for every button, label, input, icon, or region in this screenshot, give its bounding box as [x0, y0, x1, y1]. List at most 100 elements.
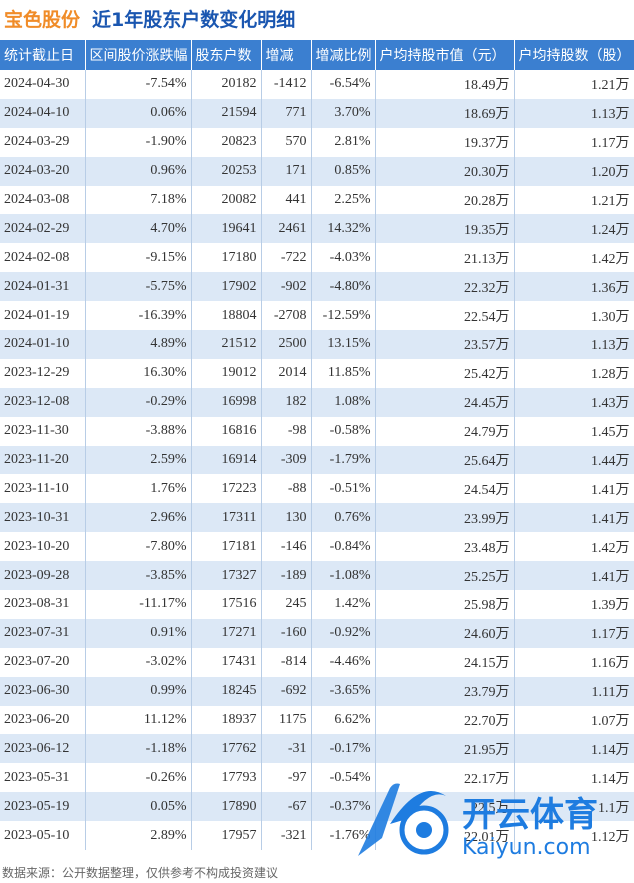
- table-cell: 2024-02-29: [0, 214, 86, 244]
- table-cell: 4.89%: [85, 330, 192, 359]
- table-cell: 2023-05-31: [0, 763, 86, 793]
- table-cell: 2023-05-10: [0, 821, 86, 851]
- table-cell: 2023-06-12: [0, 734, 86, 764]
- table-cell: -692: [261, 676, 312, 706]
- table-cell: 25.98万: [375, 590, 515, 619]
- table-cell: 2023-11-10: [0, 474, 86, 504]
- table-cell: 1.17万: [514, 618, 634, 648]
- table-cell: 19641: [191, 214, 262, 244]
- title-bar: 宝色股份 近1年股东户数变化明细: [0, 0, 634, 36]
- table-cell: -98: [261, 416, 312, 446]
- table-cell: -0.58%: [311, 416, 376, 446]
- table-cell: 2.89%: [85, 821, 192, 851]
- table-cell: -0.51%: [311, 474, 376, 504]
- table-cell: 19.35万: [375, 214, 515, 244]
- table-cell: 0.96%: [85, 156, 192, 186]
- table-cell: 21.95万: [375, 734, 515, 764]
- table-cell: -814: [261, 647, 312, 677]
- table-cell: 23.57万: [375, 330, 515, 359]
- table-cell: 2.59%: [85, 445, 192, 475]
- table-cell: 2024-02-08: [0, 243, 86, 273]
- table-row: 2023-12-29 16.30% 19012 2014 11.85% 25.42万 1.2…: [0, 358, 634, 388]
- table-cell: -4.80%: [311, 272, 376, 302]
- table-cell: 130: [261, 503, 312, 533]
- table-cell: 22.70万: [375, 705, 515, 735]
- table-row: 2023-06-12 -1.18% 17762 -31 -0.17% 21.95万 1.14…: [0, 734, 634, 764]
- table-row: 2023-12-08 -0.29% 16998 182 1.08% 24.45万 1.43万: [0, 387, 634, 417]
- table-cell: 2023-05-19: [0, 792, 86, 822]
- table-cell: -11.17%: [85, 590, 192, 619]
- table-cell: 1.42万: [514, 243, 634, 273]
- table-cell: 2024-04-10: [0, 98, 86, 128]
- table-cell: 0.91%: [85, 618, 192, 648]
- table-cell: 17180: [191, 243, 262, 273]
- table-header-row: 统计截止日 区间股价涨跌幅 股东户数 增减 增减比例 户均持股市值（元） 户均持…: [0, 40, 634, 70]
- table-cell: -31: [261, 734, 312, 764]
- table-cell: 1.07万: [514, 705, 634, 735]
- table-cell: 20082: [191, 185, 262, 215]
- table-cell: 11.12%: [85, 705, 192, 735]
- table-cell: 1.24万: [514, 214, 634, 244]
- table-cell: 1.13万: [514, 330, 634, 359]
- table-cell: 1.36万: [514, 272, 634, 302]
- column-header: 增减比例: [311, 40, 376, 70]
- table-cell: 14.32%: [311, 214, 376, 244]
- table-cell: 2024-03-08: [0, 185, 86, 215]
- table-cell: 23.99万: [375, 503, 515, 533]
- table-cell: 2024-04-30: [0, 70, 86, 99]
- page-title: 近1年股东户数变化明细: [92, 8, 296, 31]
- table-cell: 0.76%: [311, 503, 376, 533]
- table-cell: -2708: [261, 301, 312, 331]
- table-cell: 19012: [191, 358, 262, 388]
- table-cell: 18.69万: [375, 98, 515, 128]
- table-cell: 17431: [191, 647, 262, 677]
- table-row: 2024-04-10 0.06% 21594 771 3.70% 18.69万 1.13万: [0, 98, 634, 128]
- table-cell: -160: [261, 618, 312, 648]
- table-cell: 2023-07-31: [0, 618, 86, 648]
- table-cell: 1.13万: [514, 98, 634, 128]
- table-cell: 2.25%: [311, 185, 376, 215]
- table-cell: 17793: [191, 763, 262, 793]
- table-row: 2023-07-20 -3.02% 17431 -814 -4.46% 24.15万 1.1…: [0, 647, 634, 677]
- table-cell: 2023-12-29: [0, 358, 86, 388]
- table-cell: 25.64万: [375, 445, 515, 475]
- column-header: 统计截止日: [0, 40, 86, 70]
- table-row: 2024-01-10 4.89% 21512 2500 13.15% 23.57万 1.13…: [0, 330, 634, 359]
- table-cell: 0.85%: [311, 156, 376, 186]
- table-cell: -1.79%: [311, 445, 376, 475]
- table-cell: 2023-11-30: [0, 416, 86, 446]
- table-cell: 2500: [261, 330, 312, 359]
- data-source-note: 数据来源：公开数据整理，仅供参考不构成投资建议: [2, 866, 279, 880]
- table-cell: 570: [261, 127, 312, 157]
- table-cell: -1.90%: [85, 127, 192, 157]
- table-row: 2023-08-31 -11.17% 17516 245 1.42% 25.98万 1.39…: [0, 590, 634, 619]
- table-cell: 24.15万: [375, 647, 515, 677]
- table-cell: 0.06%: [85, 98, 192, 128]
- table-cell: -97: [261, 763, 312, 793]
- table-cell: 17327: [191, 561, 262, 591]
- table-cell: 171: [261, 156, 312, 186]
- table-cell: 1.76%: [85, 474, 192, 504]
- table-cell: 1.21万: [514, 70, 634, 99]
- table-cell: 25.25万: [375, 561, 515, 591]
- table-cell: -0.26%: [85, 763, 192, 793]
- table-cell: 2023-12-08: [0, 387, 86, 417]
- table-cell: 17762: [191, 734, 262, 764]
- table-cell: 2023-06-20: [0, 705, 86, 735]
- table-row: 2023-09-28 -3.85% 17327 -189 -1.08% 25.25万 1.4…: [0, 561, 634, 591]
- table-cell: -1.18%: [85, 734, 192, 764]
- table-row: 2023-11-10 1.76% 17223 -88 -0.51% 24.54万 1.41万: [0, 474, 634, 504]
- table-cell: -902: [261, 272, 312, 302]
- kaiyun-logo: 开云体育 Kaiyun.com: [358, 783, 598, 860]
- column-header: 股东户数: [191, 40, 262, 70]
- table-row: 2024-04-30 -7.54% 20182 -1412 -6.54% 18.49万 1.…: [0, 70, 634, 99]
- table-cell: -309: [261, 445, 312, 475]
- table-cell: 1.17万: [514, 127, 634, 157]
- table-row: 2023-07-31 0.91% 17271 -160 -0.92% 24.60万 1.17…: [0, 618, 634, 648]
- table-cell: 2023-06-30: [0, 676, 86, 706]
- table-cell: 20253: [191, 156, 262, 186]
- table-cell: 2024-03-29: [0, 127, 86, 157]
- table-row: 2023-10-31 2.96% 17311 130 0.76% 23.99万 1.41万: [0, 503, 634, 533]
- table-cell: 18245: [191, 676, 262, 706]
- table-cell: 1.43万: [514, 387, 634, 417]
